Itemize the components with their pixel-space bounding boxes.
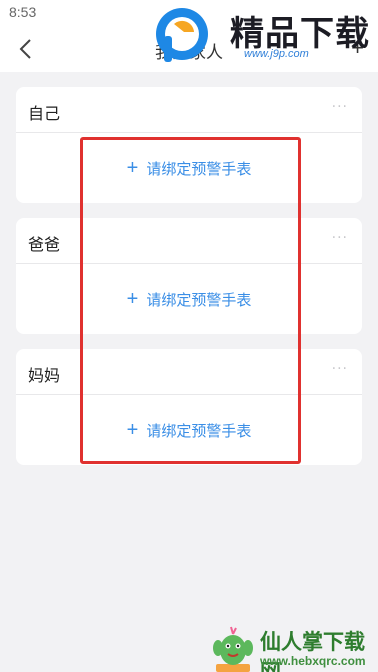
more-options-button[interactable]: ··· xyxy=(332,230,348,246)
status-time: 8:53 xyxy=(9,4,37,20)
watermark-logo-top: 精品下载 www.j9p.com xyxy=(150,2,378,70)
watermark-url: www.hebxqrc.com xyxy=(260,654,366,668)
member-name: 自己 xyxy=(28,104,61,123)
watermark-logo-bottom: 仙人掌下载网 www.hebxqrc.com xyxy=(210,624,378,672)
cactus-icon xyxy=(213,626,253,672)
more-options-button[interactable]: ··· xyxy=(332,361,348,377)
highlight-annotation xyxy=(80,137,301,464)
logo-icon xyxy=(156,8,208,62)
watermark-url: www.j9p.com xyxy=(244,48,309,60)
member-name: 爸爸 xyxy=(28,235,61,254)
member-name: 妈妈 xyxy=(28,366,61,385)
more-options-button[interactable]: ··· xyxy=(332,99,348,115)
card-header: 自己 ··· xyxy=(16,87,362,133)
